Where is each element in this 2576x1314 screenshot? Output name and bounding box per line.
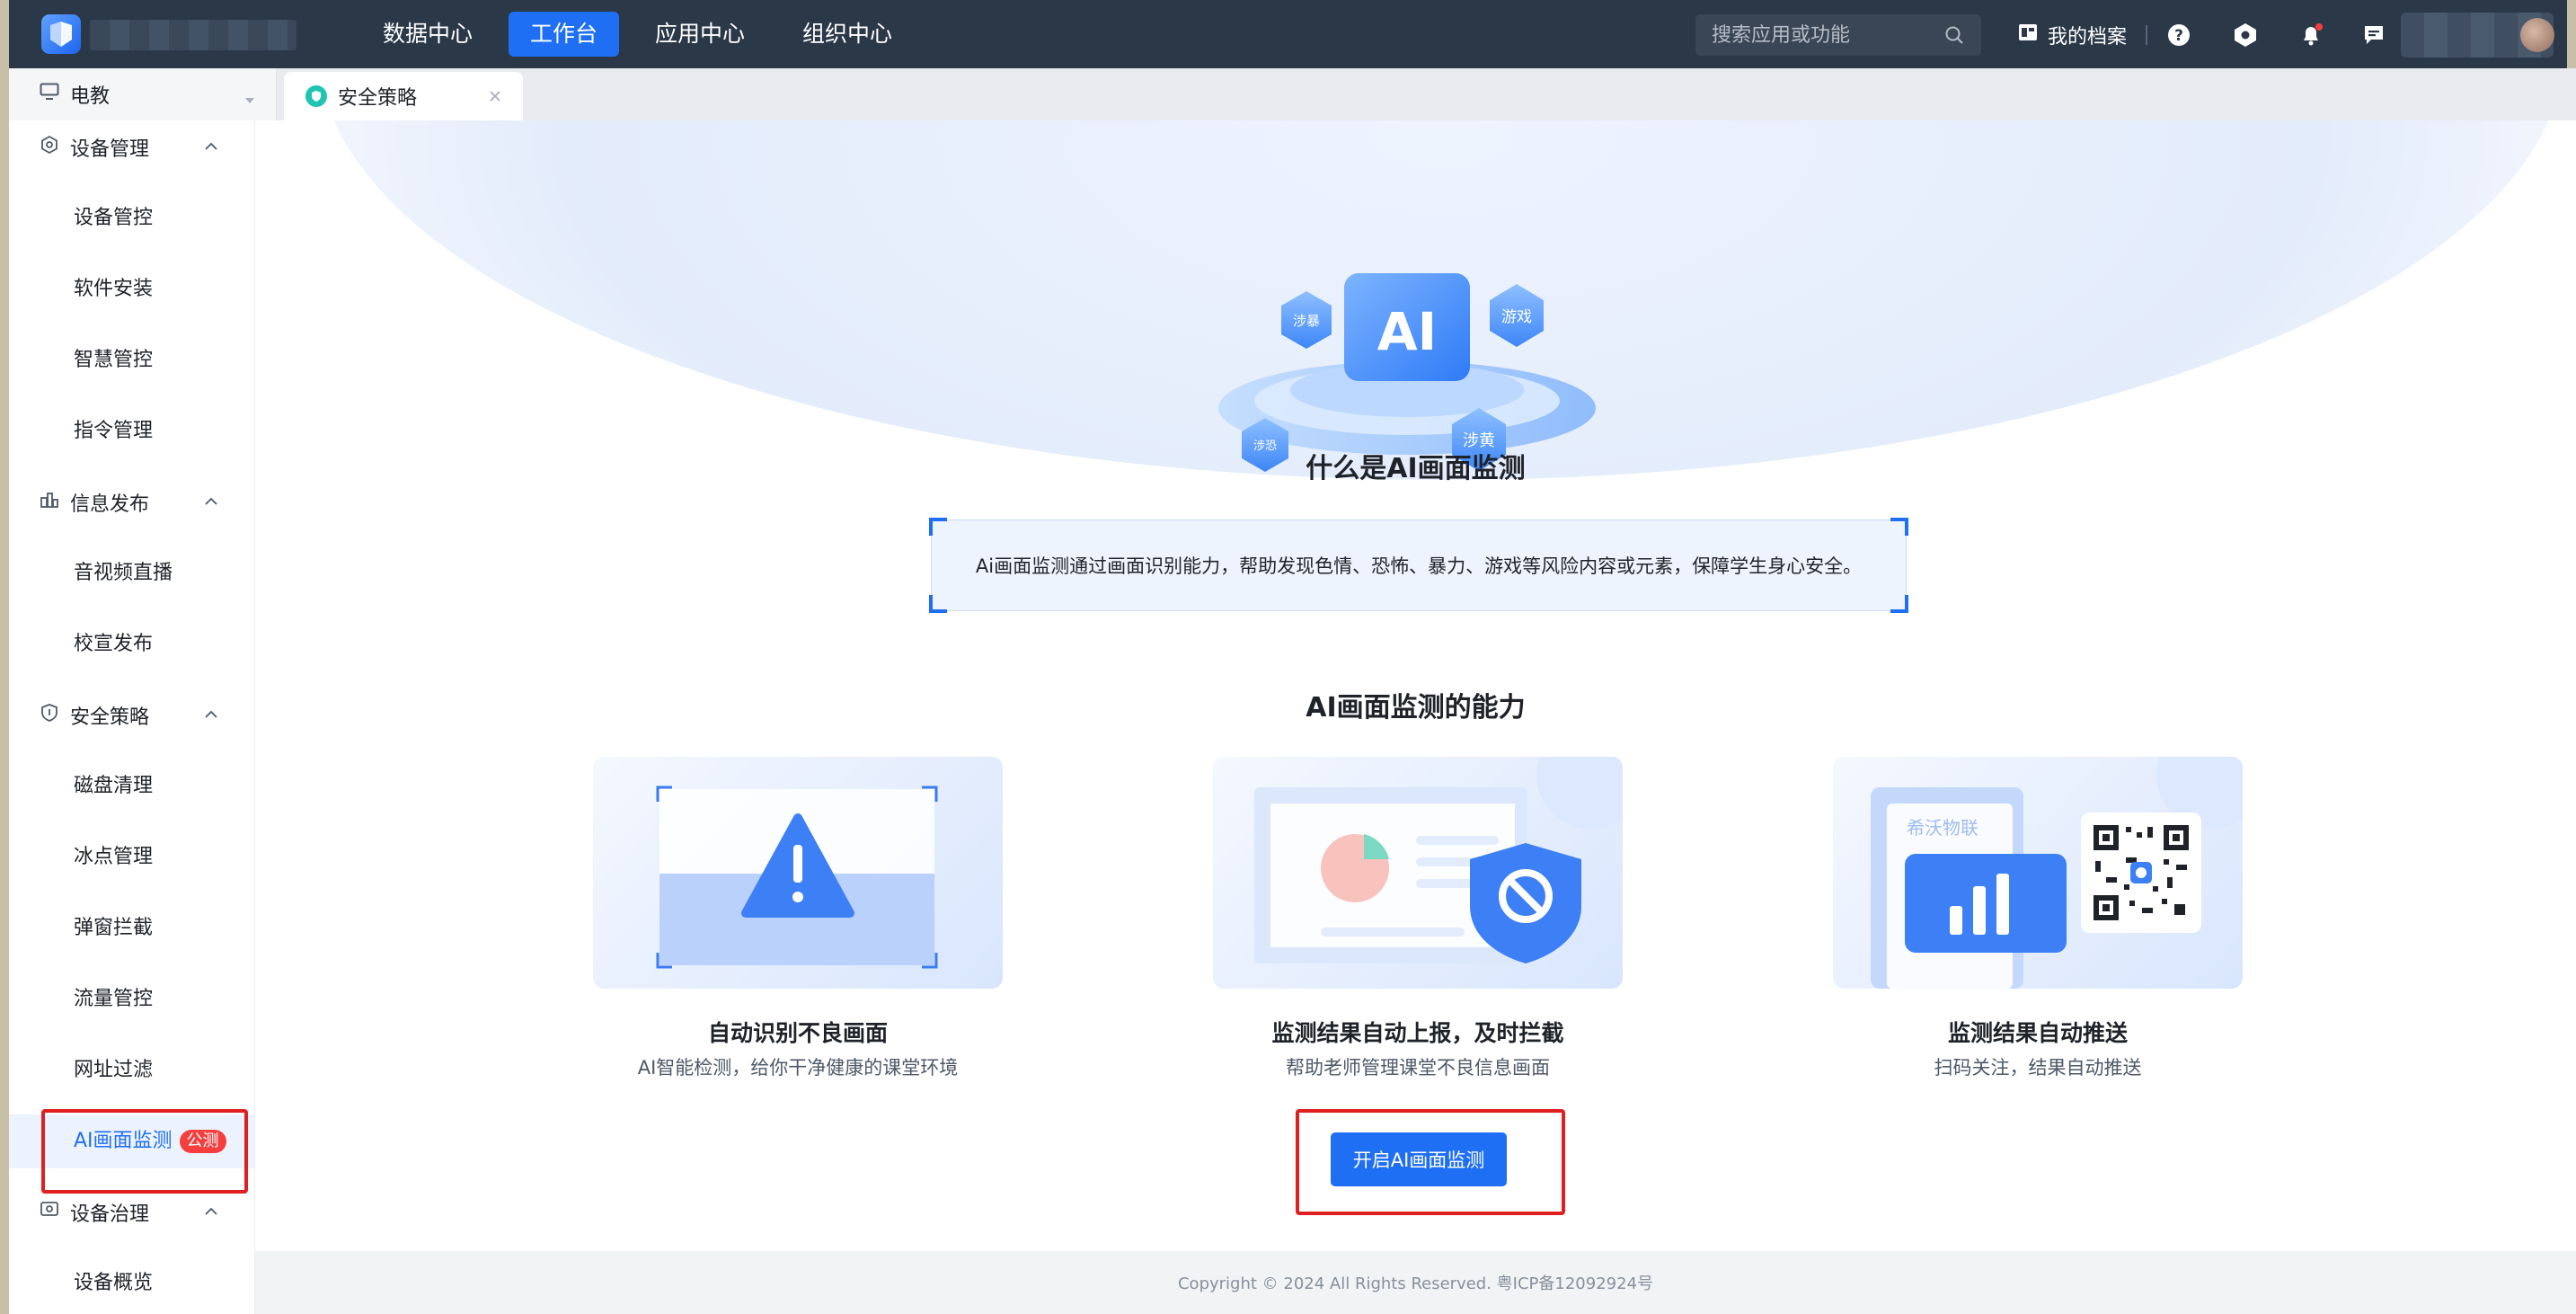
copyright-text: Copyright © 2024 All Rights Reserved. 粤I…	[1177, 1274, 1654, 1293]
card-title-auto-report: 监测结果自动上报，及时拦截	[1271, 1020, 1564, 1046]
app-logo[interactable]	[41, 14, 81, 54]
svg-text:游戏: 游戏	[1501, 308, 1532, 326]
sidebar-group-security-policy[interactable]: 安全策略	[9, 688, 254, 742]
workspace-label: 电教	[70, 85, 111, 108]
main-nav: 数据中心 工作台 应用中心 组织中心	[361, 12, 914, 57]
sidebar-group-label: 设备治理	[70, 1203, 150, 1226]
window-edge	[2567, 0, 2576, 68]
sidebar-item-url-filter[interactable]: 网址过滤	[9, 1043, 254, 1097]
archive-icon	[2017, 22, 2039, 49]
message-icon[interactable]	[2359, 20, 2389, 50]
window-edge	[0, 120, 9, 1314]
sidebar-group-info-publish[interactable]: 信息发布	[9, 475, 254, 529]
sidebar-item-software-install[interactable]: 软件安装	[9, 262, 254, 316]
settings-hex-icon[interactable]	[2230, 20, 2261, 50]
sidebar-group-device-management[interactable]: 设备管理	[9, 120, 254, 174]
description-text: Ai画面监测通过画面识别能力，帮助发现色情、恐怖、暴力、游戏等风险内容或元素，保…	[975, 555, 1863, 577]
sidebar-item-label: AI画面监测	[74, 1130, 173, 1152]
device-icon	[40, 135, 59, 160]
tab-strip: 电教 安全策略	[0, 68, 2576, 120]
sidebar-item-device-overview[interactable]: 设备概览	[9, 1256, 254, 1310]
tab-label: 安全策略	[338, 87, 418, 110]
divider	[2146, 25, 2147, 45]
svg-text:?: ?	[2174, 27, 2183, 45]
search-input[interactable]	[1710, 22, 1942, 48]
hero-ai-text: AI	[1377, 301, 1437, 362]
main-content: AI 涉暴 游戏 涉恐 涉黄 什么是AI画面监测 Ai画面监测通过画面识别能力，…	[255, 120, 2576, 1251]
my-archive-button[interactable]: 我的档案	[2017, 18, 2127, 52]
what-is-title: 什么是AI画面监测	[1306, 453, 1526, 484]
sidebar-item-smart-control[interactable]: 智慧管控	[9, 333, 254, 387]
sidebar-item-ai-monitor[interactable]: AI画面监测 公测	[9, 1114, 254, 1168]
card-title-auto-detect: 自动识别不良画面	[707, 1020, 888, 1046]
avatar[interactable]	[2520, 18, 2554, 52]
sidebar-item-popup-block[interactable]: 弹窗拦截	[9, 901, 254, 955]
corner-mark	[929, 595, 947, 613]
monitor-icon	[40, 83, 59, 106]
ability-title: AI画面监测的能力	[1306, 692, 1526, 724]
card-title-auto-push: 监测结果自动推送	[1947, 1020, 2128, 1046]
sidebar-group-label: 信息发布	[70, 493, 150, 516]
sidebar-item-campus-publish[interactable]: 校宣发布	[9, 617, 254, 671]
card-image-auto-push: 希沃物联	[1833, 757, 2243, 989]
sidebar-item-disk-cleanup[interactable]: 磁盘清理	[9, 759, 254, 813]
badge-violence: 涉暴	[1281, 291, 1332, 349]
sidebar-item-freeze-management[interactable]: 冰点管理	[9, 830, 254, 884]
brand-name-redacted	[90, 20, 297, 50]
sidebar-group-label: 安全策略	[70, 706, 150, 729]
close-icon[interactable]	[485, 86, 505, 106]
card-image-auto-report	[1213, 757, 1623, 989]
tab-security-policy[interactable]: 安全策略	[284, 72, 523, 120]
nav-workbench[interactable]: 工作台	[509, 12, 620, 57]
sidebar-item-device-control[interactable]: 设备管控	[9, 191, 254, 245]
corner-mark	[1890, 595, 1908, 613]
sidebar: 设备管理 设备管控 软件安装 智慧管控 指令管理 信息发布 音视频直播 校宣发布…	[9, 120, 255, 1314]
svg-text:涉暴: 涉暴	[1293, 313, 1320, 329]
window-edge	[0, 68, 9, 120]
chevron-up-icon	[202, 138, 220, 161]
chevron-up-icon	[202, 1203, 220, 1226]
card-subtitle-auto-report: 帮助老师管理课堂不良信息画面	[1286, 1057, 1550, 1079]
shield-tab-icon	[305, 85, 327, 107]
global-search[interactable]	[1695, 14, 1981, 56]
sidebar-group-label: 设备管理	[70, 138, 150, 161]
window-edge	[0, 0, 9, 68]
enable-ai-monitor-button[interactable]: 开启AI画面监测	[1331, 1132, 1507, 1186]
publish-icon	[40, 490, 59, 515]
workspace-select[interactable]: 电教	[9, 68, 277, 120]
corner-mark	[1890, 518, 1908, 536]
chevron-down-icon	[243, 88, 256, 111]
sidebar-item-live-video[interactable]: 音视频直播	[9, 546, 254, 600]
sidebar-item-traffic-control[interactable]: 流量管控	[9, 972, 254, 1026]
card-image-auto-detect	[593, 757, 1003, 989]
beta-badge: 公测	[179, 1130, 226, 1153]
help-icon[interactable]: ?	[2164, 20, 2194, 50]
shield-icon	[40, 703, 59, 728]
my-archive-label: 我的档案	[2048, 26, 2128, 49]
top-bar: 数据中心 工作台 应用中心 组织中心 我的档案 ?	[0, 0, 2576, 68]
corner-mark	[929, 518, 947, 536]
nav-app-center[interactable]: 应用中心	[633, 12, 766, 57]
description-box: Ai画面监测通过画面识别能力，帮助发现色情、恐怖、暴力、游戏等风险内容或元素，保…	[929, 518, 1908, 613]
sidebar-item-command-management[interactable]: 指令管理	[9, 404, 254, 458]
card-subtitle-auto-push: 扫码关注，结果自动推送	[1934, 1057, 2142, 1079]
card-subtitle-auto-detect: AI智能检测，给你干净健康的课堂环境	[637, 1057, 959, 1079]
search-icon[interactable]	[1942, 22, 1967, 48]
chevron-up-icon	[202, 706, 220, 729]
chevron-up-icon	[202, 493, 220, 516]
sidebar-group-device-governance[interactable]: 设备治理	[9, 1185, 254, 1239]
bell-icon[interactable]	[2296, 20, 2326, 50]
footer: Copyright © 2024 All Rights Reserved. 粤I…	[255, 1251, 2576, 1314]
nav-data-center[interactable]: 数据中心	[361, 12, 494, 57]
governance-icon	[40, 1200, 59, 1225]
card-brand-text: 希沃物联	[1907, 817, 1978, 839]
nav-org-center[interactable]: 组织中心	[781, 12, 914, 57]
badge-game: 游戏	[1490, 284, 1544, 347]
